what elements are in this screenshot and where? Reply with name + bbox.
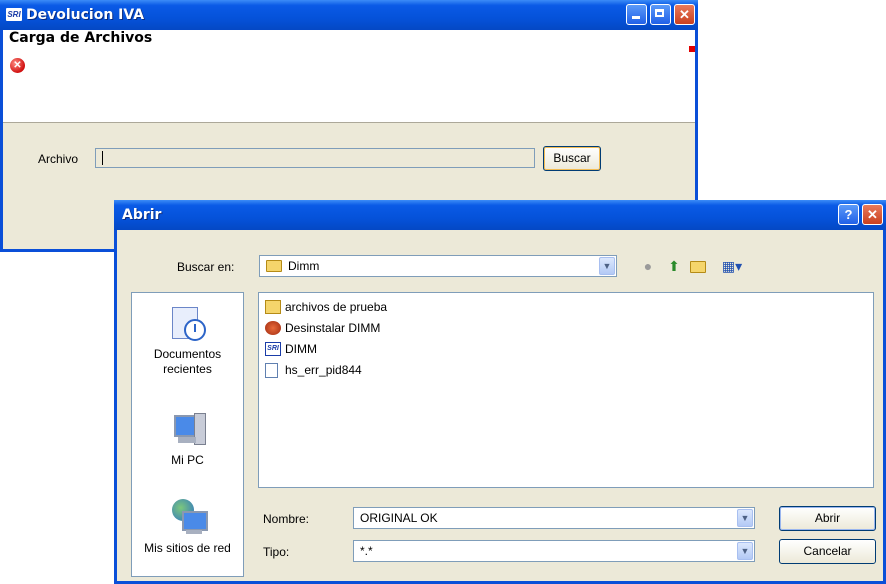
up-folder-icon[interactable]: ⬆ xyxy=(665,257,683,275)
error-icon: ✕ xyxy=(10,58,25,73)
new-folder-icon[interactable] xyxy=(689,257,707,275)
chevron-down-icon[interactable]: ▼ xyxy=(599,257,615,275)
back-window-title: Devolucion IVA xyxy=(26,7,145,23)
sri-logo-icon: SRI xyxy=(6,8,22,21)
file-name-value: ORIGINAL OK xyxy=(360,511,438,525)
maximize-button[interactable] xyxy=(650,4,671,25)
sri-app-icon: SRI xyxy=(265,342,281,356)
file-type-value: *.* xyxy=(360,544,373,558)
uninstall-icon xyxy=(265,321,281,335)
chevron-down-icon[interactable]: ▼ xyxy=(737,542,753,560)
open-button[interactable]: Abrir xyxy=(779,506,876,531)
list-item[interactable]: archivos de prueba xyxy=(265,298,387,316)
look-in-value: Dimm xyxy=(288,259,320,273)
place-label: Documentos xyxy=(153,347,222,361)
cancel-button[interactable]: Cancelar xyxy=(779,539,876,564)
buscar-button[interactable]: Buscar xyxy=(543,146,601,171)
file-name: DIMM xyxy=(285,342,317,356)
look-in-label: Buscar en: xyxy=(177,260,235,274)
text-file-icon xyxy=(265,363,278,378)
places-bar: Documentos recientes Mi PC Mis sitios de… xyxy=(131,292,244,577)
place-label: Mi PC xyxy=(171,453,204,467)
place-network[interactable]: Mis sitios de red xyxy=(132,499,243,556)
tipo-label: Tipo: xyxy=(263,545,290,559)
dialog-close-button[interactable]: ✕ xyxy=(862,204,883,225)
folder-icon xyxy=(266,260,282,272)
chevron-down-icon[interactable]: ▼ xyxy=(737,509,753,527)
place-label: recientes xyxy=(163,362,212,376)
look-in-combo[interactable]: Dimm ▼ xyxy=(259,255,617,277)
archivo-label: Archivo xyxy=(38,152,79,166)
back-icon[interactable]: ● xyxy=(639,257,657,275)
text-caret xyxy=(102,151,103,165)
file-name: archivos de prueba xyxy=(285,300,388,314)
page-title: Carga de Archivos xyxy=(9,30,153,46)
folder-icon xyxy=(265,300,281,314)
close-button[interactable]: ✕ xyxy=(674,4,695,25)
file-name-combo[interactable]: ORIGINAL OK ▼ xyxy=(353,507,755,529)
nombre-label: Nombre: xyxy=(263,512,310,526)
archivo-input[interactable] xyxy=(95,148,535,168)
list-item[interactable]: hs_err_pid844 xyxy=(265,361,362,379)
status-marker xyxy=(689,46,695,52)
place-label: Mis sitios de red xyxy=(144,541,231,555)
file-list[interactable]: archivos de prueba Desinstalar DIMM SRI … xyxy=(258,292,874,488)
open-file-dialog: Abrir ? ✕ Buscar en: Dimm ▼ ● ⬆ ▦▾ Docum… xyxy=(114,200,886,584)
my-computer-icon xyxy=(168,411,208,449)
dialog-title: Abrir xyxy=(122,207,162,223)
list-item[interactable]: Desinstalar DIMM xyxy=(265,319,380,337)
back-window-titlebar[interactable]: SRI Devolucion IVA ✕ xyxy=(0,0,698,30)
place-recent-documents[interactable]: Documentos recientes xyxy=(132,305,243,377)
list-item[interactable]: SRI DIMM xyxy=(265,340,317,358)
place-my-computer[interactable]: Mi PC xyxy=(132,411,243,468)
dialog-titlebar[interactable]: Abrir ? ✕ xyxy=(114,200,886,230)
file-type-combo[interactable]: *.* ▼ xyxy=(353,540,755,562)
minimize-button[interactable] xyxy=(626,4,647,25)
network-places-icon xyxy=(168,499,208,537)
file-name: hs_err_pid844 xyxy=(285,363,362,377)
file-name: Desinstalar DIMM xyxy=(285,321,381,335)
help-button[interactable]: ? xyxy=(838,204,859,225)
recent-documents-icon xyxy=(168,305,208,343)
view-menu-icon[interactable]: ▦▾ xyxy=(717,257,747,275)
